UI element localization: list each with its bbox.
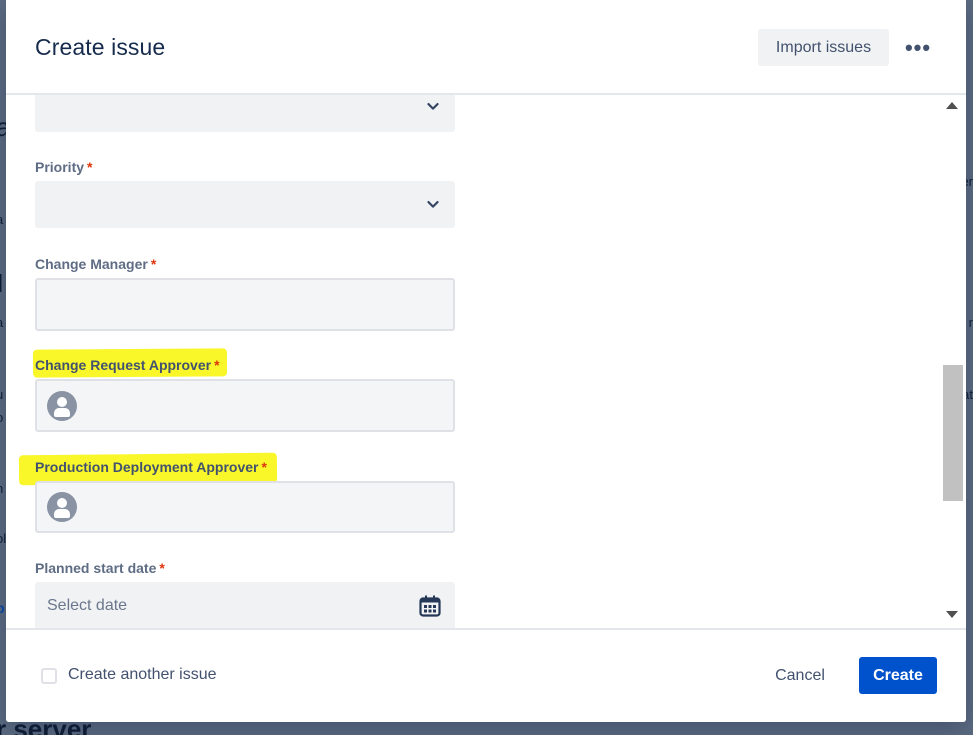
change-manager-input[interactable] <box>35 278 455 331</box>
required-asterisk: * <box>214 357 220 373</box>
modal-footer: Create another issue Cancel Create <box>6 628 966 722</box>
scrollbar-thumb[interactable] <box>943 365 963 501</box>
modal-header: Create issue Import issues ••• <box>6 0 966 95</box>
bg-text-fragment: r <box>968 315 973 330</box>
change-manager-label: Change Manager * <box>35 256 157 272</box>
calendar-icon[interactable] <box>419 595 441 617</box>
bg-text-fragment: a <box>0 212 3 227</box>
planned-start-label: Planned start date * <box>35 560 165 576</box>
scroll-up-arrow-icon[interactable] <box>946 102 958 109</box>
planned-start-date-picker[interactable]: Select date <box>35 582 455 628</box>
required-asterisk: * <box>261 459 267 475</box>
select-field-partial[interactable] <box>35 95 455 132</box>
modal-title: Create issue <box>35 34 166 60</box>
cr-approver-label: Change Request Approver * <box>35 357 220 373</box>
scroll-down-arrow-icon[interactable] <box>946 611 958 618</box>
bg-text-fragment: I <box>0 268 3 299</box>
bg-text-fragment: o <box>0 410 3 425</box>
cancel-button[interactable]: Cancel <box>761 658 839 694</box>
bg-text-fragment: u <box>0 387 3 402</box>
priority-label: Priority * <box>35 159 93 175</box>
required-asterisk: * <box>159 560 165 576</box>
user-avatar-icon <box>47 390 77 421</box>
user-avatar-icon <box>47 492 77 522</box>
more-options-button[interactable]: ••• <box>900 34 936 62</box>
create-another-label[interactable]: Create another issue <box>68 666 217 684</box>
modal-scrollbar[interactable] <box>940 95 966 628</box>
chevron-down-icon <box>427 200 439 208</box>
create-another-checkbox[interactable] <box>41 668 57 684</box>
import-issues-button[interactable]: Import issues <box>758 29 889 66</box>
priority-select[interactable] <box>35 181 455 228</box>
modal-body: Priority * Change Manager * Change Request… <box>6 95 966 628</box>
prod-approver-user-picker[interactable] <box>35 481 455 533</box>
create-button[interactable]: Create <box>859 657 937 694</box>
bg-text-fragment: n <box>0 481 3 496</box>
date-placeholder: Select date <box>47 597 128 614</box>
create-issue-modal: Create issue Import issues ••• Priority *… <box>6 0 966 722</box>
cr-approver-user-picker[interactable] <box>35 379 455 432</box>
prod-approver-label: Production Deployment Approver * <box>35 459 267 475</box>
chevron-down-icon <box>427 102 439 110</box>
required-asterisk: * <box>150 256 157 272</box>
bg-text-fragment: a <box>0 315 3 330</box>
bg-text-fragment: b <box>0 600 5 616</box>
required-asterisk: * <box>87 159 93 175</box>
